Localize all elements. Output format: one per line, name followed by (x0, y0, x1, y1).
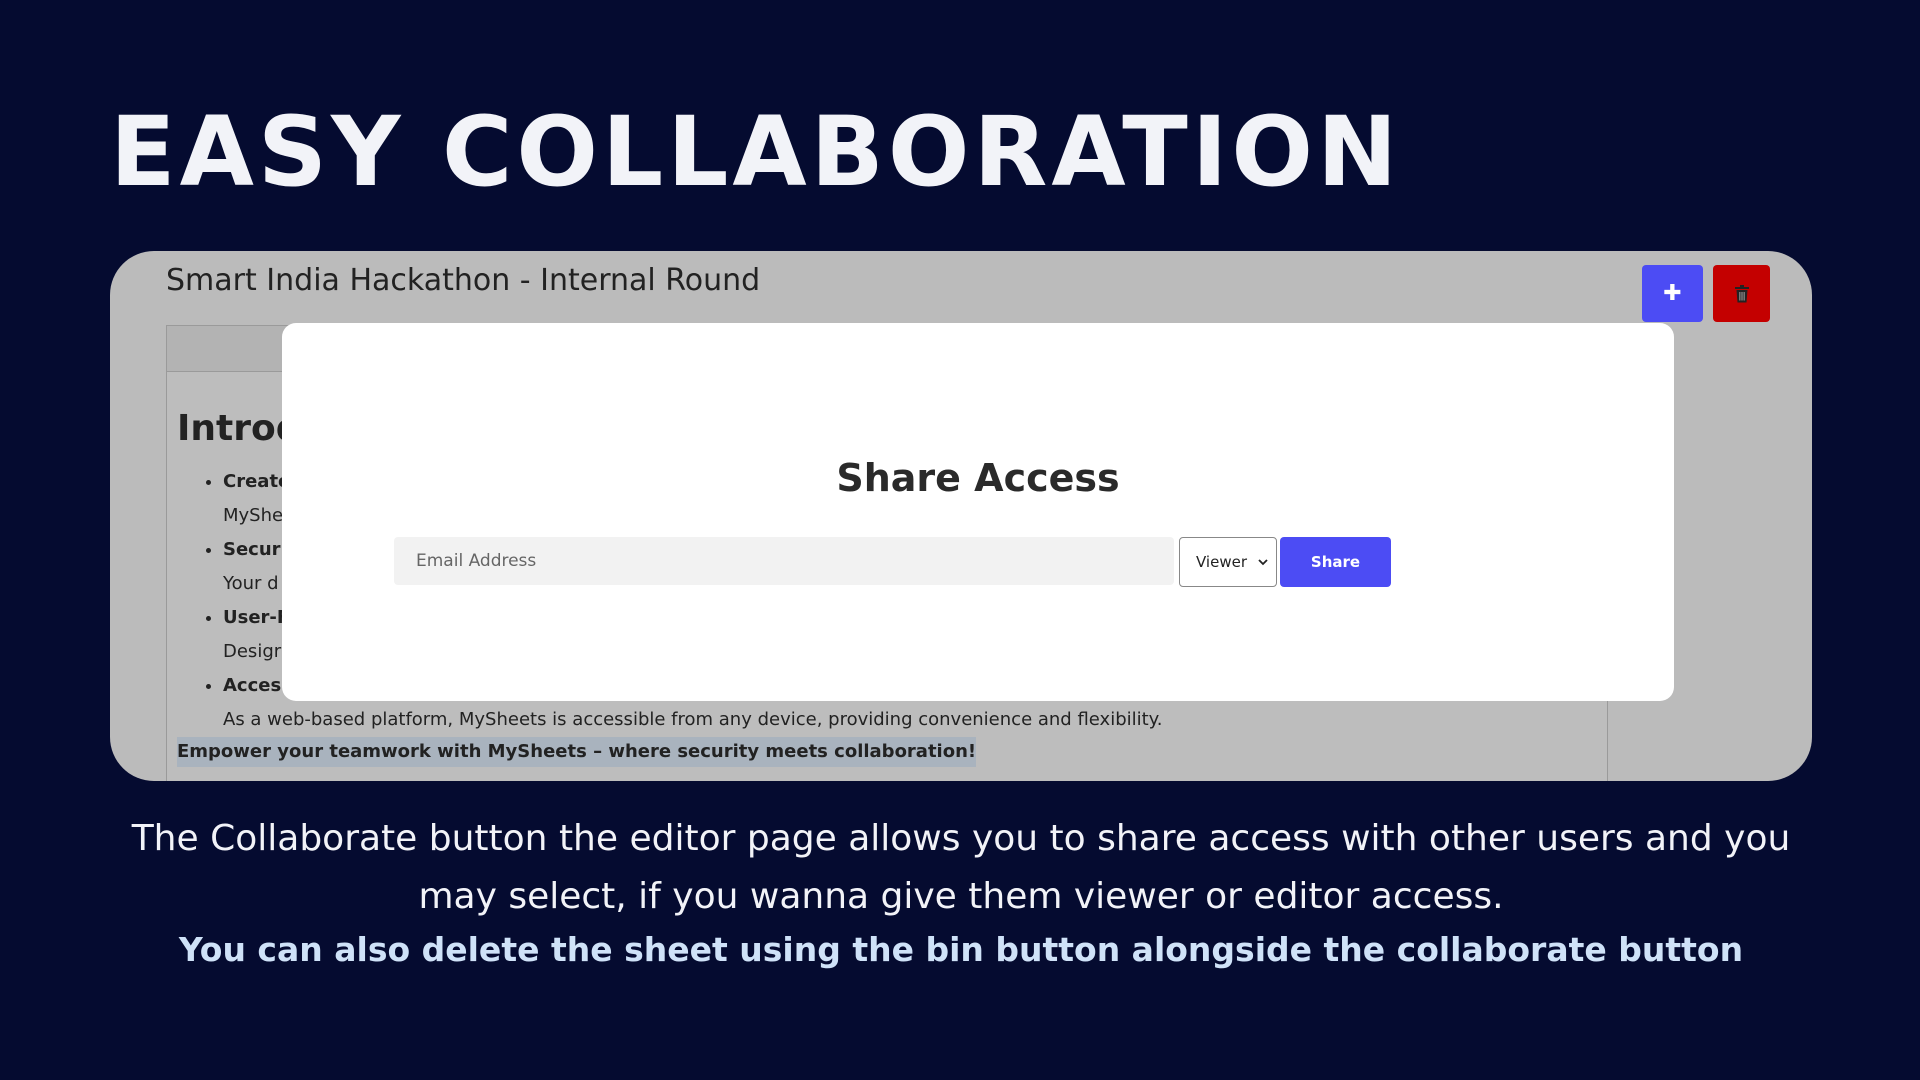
caption-bold-text: You can also delete the sheet using the … (178, 930, 1744, 969)
caption-text: The Collaborate button the editor page a… (131, 818, 1791, 917)
closing-line: Empower your teamwork with MySheets – wh… (177, 737, 977, 767)
collaborate-button[interactable]: ✚ (1642, 265, 1703, 322)
delete-sheet-button[interactable] (1713, 265, 1770, 322)
trash-icon (1734, 284, 1749, 302)
modal-title: Share Access (836, 456, 1120, 500)
share-button[interactable]: Share (1280, 537, 1391, 587)
role-select[interactable]: Viewer (1179, 537, 1277, 587)
plus-icon: ✚ (1663, 281, 1682, 306)
slide-title: EASY COLLABORATION (110, 96, 1402, 208)
list-item-text: As a web-based platform, MySheets is acc… (223, 709, 1163, 730)
doc-title: Smart India Hackathon - Internal Round (166, 263, 761, 298)
chevron-down-icon (1258, 558, 1268, 565)
role-select-value: Viewer (1196, 553, 1247, 571)
email-field[interactable] (394, 537, 1174, 585)
share-access-modal: Share Access Viewer Share (282, 323, 1674, 701)
